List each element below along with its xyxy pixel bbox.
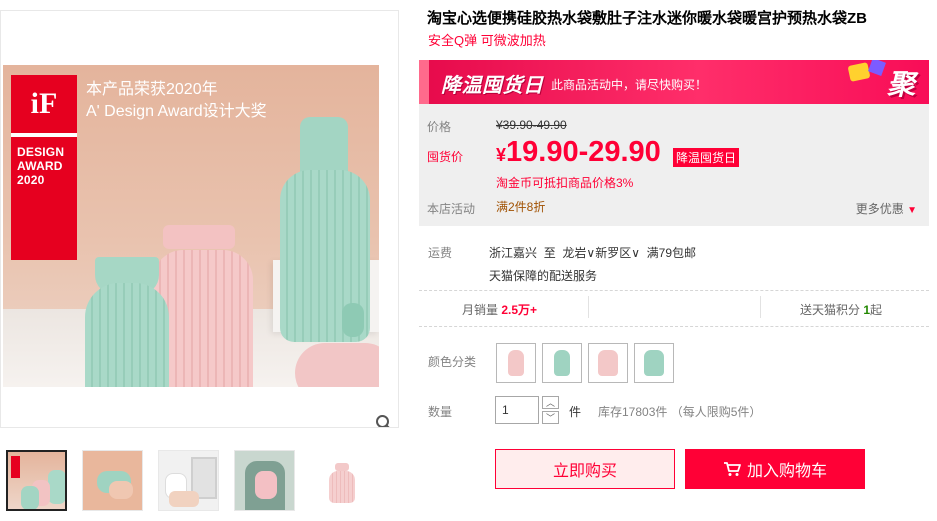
chevron-down-icon: ▼: [907, 205, 917, 216]
chevron-down-icon: ∨: [631, 246, 640, 260]
pink-bottle-thumb: [598, 350, 618, 376]
currency-symbol: ¥: [496, 145, 507, 165]
price-event-tag: 降温囤货日: [673, 148, 740, 167]
swatch-green-1[interactable]: [542, 343, 582, 383]
thumbnail-strip: [6, 450, 371, 511]
gift-box-icon: [847, 62, 871, 82]
gift-box-icon: [868, 60, 886, 76]
thumbnail-5[interactable]: [310, 450, 371, 511]
green-small-bottle: [85, 283, 169, 387]
more-offers-label: 更多优惠: [855, 202, 904, 216]
badge-line-1: DESIGN: [17, 145, 65, 159]
quantity-increase-button[interactable]: ︿: [542, 396, 559, 409]
divider: [419, 326, 929, 327]
store-activity-label: 本店活动: [427, 202, 476, 216]
price-panel: 价格 ¥39.90-49.90 囤货价 ¥19.90-29.90 降温囤货日 淘…: [419, 104, 929, 226]
quantity-label: 数量: [428, 405, 453, 419]
hero-headline-line-2: A' Design Award设计大奖: [86, 103, 267, 120]
shipping-label: 运费: [428, 246, 453, 260]
ship-district-select[interactable]: 新罗区∨: [595, 246, 640, 260]
ship-city: 龙岩: [562, 246, 587, 260]
quantity-unit: 件: [569, 405, 582, 419]
if-award-badge: iF DESIGN AWARD 2020: [11, 75, 77, 260]
hero-headline: 本产品荣获2020年 A' Design Award设计大奖: [86, 79, 267, 123]
pink-bottle-cap: [163, 225, 235, 249]
monthly-sales-value: 2.5万+: [501, 303, 538, 317]
orig-price-label: 价格: [427, 120, 452, 134]
chevron-down-icon: ∨: [586, 246, 596, 260]
ju-brand-mark: 聚: [886, 69, 915, 100]
quantity-decrease-button[interactable]: ﹀: [542, 411, 559, 424]
stock-info: 库存17803件 （每人限购5件）: [598, 405, 762, 419]
swatch-pink-2[interactable]: [588, 343, 628, 383]
thumbnail-4[interactable]: [234, 450, 295, 511]
color-swatches: [496, 343, 674, 383]
divider: [588, 296, 589, 318]
store-activity-value: 满2件8折: [496, 200, 546, 214]
product-main-image[interactable]: iF DESIGN AWARD 2020 本产品荣获2020年 A' Desig…: [0, 10, 399, 428]
orig-price: ¥39.90-49.90: [496, 118, 567, 132]
green-bottle-thumb: [644, 350, 664, 376]
monthly-sales-label: 月销量: [462, 303, 499, 317]
color-label: 颜色分类: [428, 355, 477, 369]
divider: [760, 296, 761, 318]
shipping-value: 浙江嘉兴 至 龙岩∨新罗区∨ 满79包邮: [489, 244, 696, 261]
ship-district: 新罗区: [595, 246, 632, 260]
pink-bottle-thumb: [508, 350, 524, 376]
pink-lying-bottle: [295, 343, 379, 387]
thumbnail-1[interactable]: [6, 450, 67, 511]
monthly-sales: 月销量 2.5万+: [462, 301, 537, 318]
swatch-pink-1[interactable]: [496, 343, 536, 383]
badge-line-2: AWARD: [17, 159, 63, 173]
points-label: 送天猫积分: [800, 303, 861, 317]
more-offers-link[interactable]: 更多优惠 ▼: [856, 200, 917, 217]
hero-headline-line-1: 本产品荣获2020年: [86, 81, 218, 98]
swatch-green-2[interactable]: [634, 343, 674, 383]
product-title: 淘宝心选便携硅胶热水袋敷肚子注水迷你暖水袋暖宫护预热水袋ZB: [427, 10, 867, 27]
product-subtitle: 安全Q弹 可微波加热: [428, 33, 546, 48]
hero-image: iF DESIGN AWARD 2020 本产品荣获2020年 A' Desig…: [3, 65, 379, 387]
if-logo: iF: [11, 75, 77, 137]
points-suffix: 起: [870, 303, 883, 317]
tmall-points: 送天猫积分 1起: [800, 301, 882, 318]
green-stopper: [342, 303, 364, 337]
green-bottle-thumb: [554, 350, 570, 376]
ship-city-select[interactable]: 龙岩∨: [562, 246, 595, 260]
banner-decoration: [419, 60, 429, 104]
coins-note: 淘金币可抵扣商品价格3%: [496, 176, 634, 190]
free-shipping-note: 满79包邮: [646, 246, 697, 260]
current-price: ¥19.90-29.90: [496, 136, 661, 169]
shopping-cart-icon: [723, 462, 741, 476]
buy-now-button[interactable]: 立即购买: [495, 449, 675, 489]
ship-to-word: 至: [543, 246, 556, 260]
divider: [419, 290, 929, 291]
ship-from: 浙江嘉兴: [489, 246, 538, 260]
quantity-input[interactable]: [495, 396, 539, 424]
cur-price-label: 囤货价: [427, 150, 464, 164]
thumbnail-3[interactable]: [158, 450, 219, 511]
chevron-down-icon: ﹀: [545, 413, 555, 423]
add-to-cart-button[interactable]: 加入购物车: [685, 449, 865, 489]
thumbnail-2[interactable]: [82, 450, 143, 511]
chevron-up-icon: ︿: [545, 398, 555, 408]
magnifier-icon[interactable]: [375, 414, 393, 428]
add-to-cart-label: 加入购物车: [746, 463, 827, 480]
promo-note: 此商品活动中，请尽快购买！: [551, 78, 708, 92]
current-price-value: 19.90-29.90: [506, 136, 661, 168]
badge-line-3: 2020: [17, 173, 45, 187]
promo-event-name: 降温囤货日: [441, 75, 544, 97]
promo-banner: 降温囤货日 此商品活动中，请尽快购买！ 聚: [419, 60, 929, 104]
delivery-service: 天猫保障的配送服务: [489, 269, 598, 283]
